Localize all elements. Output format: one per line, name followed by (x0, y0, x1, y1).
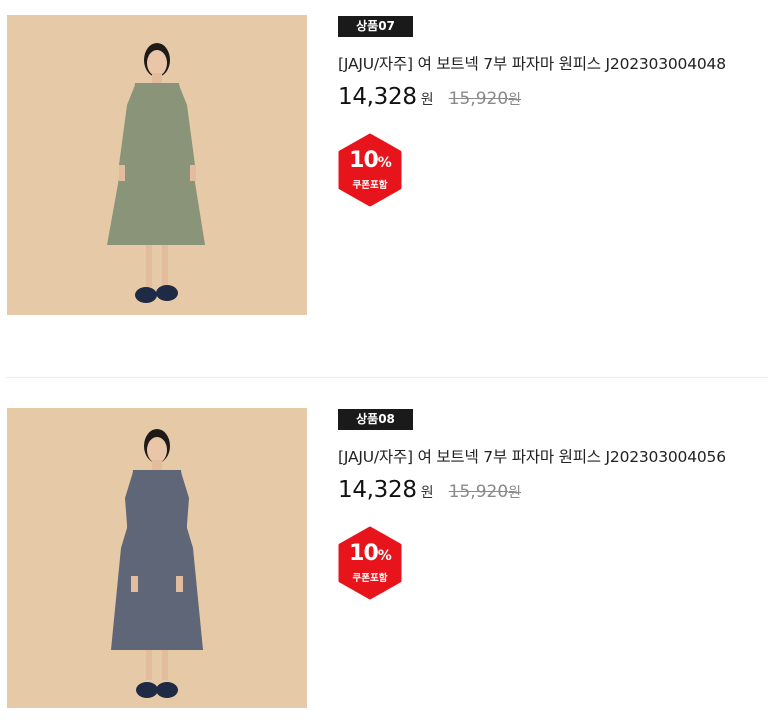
price-row: 14,328 원 15,920원 (338, 84, 521, 116)
coupon-label: 쿠폰포함 (352, 573, 388, 584)
product-title[interactable]: [JAJU/자주] 여 보트넥 7부 파자마 원피스 J202303004048 (338, 52, 726, 74)
product-card[interactable]: 상품07 [JAJU/자주] 여 보트넥 7부 파자마 원피스 J2023030… (0, 0, 768, 315)
coupon-rate-sign: % (377, 155, 392, 171)
product-title[interactable]: [JAJU/자주] 여 보트넥 7부 파자마 원피스 J202303004056 (338, 445, 726, 467)
coupon-rate-sign: % (377, 548, 392, 564)
coupon-rate: 10% (338, 541, 402, 566)
divider (6, 377, 768, 378)
original-price-unit: 원 (508, 92, 522, 108)
coupon-discount-badge: 10% 쿠폰포함 (338, 526, 402, 600)
coupon-rate: 10% (338, 148, 402, 173)
product-number-badge: 상품07 (338, 16, 413, 37)
coupon-label: 쿠폰포함 (352, 180, 388, 191)
sale-price: 14,328 (338, 477, 417, 503)
sale-price-unit: 원 (420, 485, 434, 501)
model-dress-photo-icon (7, 15, 307, 315)
coupon-rate-value: 10 (349, 148, 379, 173)
product-number-badge: 상품08 (338, 409, 413, 430)
coupon-rate-value: 10 (349, 541, 379, 566)
model-dress-photo-icon (7, 408, 307, 708)
coupon-discount-badge: 10% 쿠폰포함 (338, 133, 402, 207)
product-card[interactable]: 상품08 [JAJU/자주] 여 보트넥 7부 파자마 원피스 J2023030… (0, 393, 768, 708)
original-price-unit: 원 (508, 485, 522, 501)
sale-price: 14,328 (338, 84, 417, 110)
product-image[interactable] (7, 15, 307, 315)
original-price: 15,920 (448, 482, 509, 502)
original-price: 15,920 (448, 89, 509, 109)
price-row: 14,328 원 15,920원 (338, 477, 521, 509)
sale-price-unit: 원 (420, 92, 434, 108)
product-image[interactable] (7, 408, 307, 708)
